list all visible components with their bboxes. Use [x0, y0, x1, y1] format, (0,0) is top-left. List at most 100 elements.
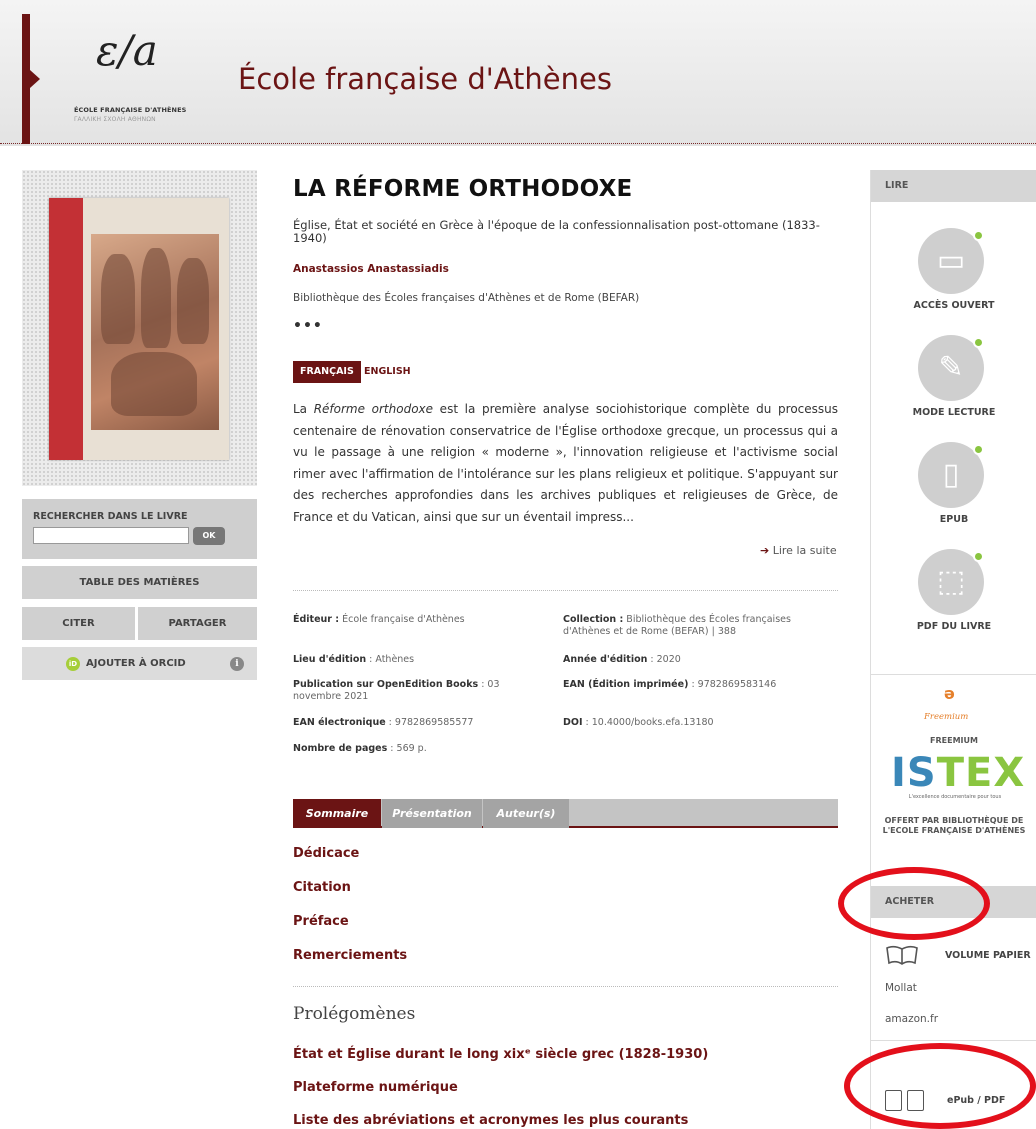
- freemium-lock-icon: ə: [944, 684, 955, 703]
- istex-offered-by: OFFERT PAR BIBLIOTHÈQUE DE L'ECOLE FRANÇ…: [882, 816, 1026, 835]
- meta-ean-electronic: EAN électronique : 9782869585577: [293, 717, 543, 729]
- toc-item[interactable]: Liste des abréviations et acronymes les …: [293, 1113, 688, 1128]
- annotation-ellipse: [838, 867, 990, 940]
- header-accent-bar: [22, 14, 30, 144]
- cover-spine: [49, 198, 83, 460]
- vendor-link[interactable]: Mollat: [885, 982, 917, 994]
- add-to-orcid-button[interactable]: iD AJOUTER À ORCID i: [22, 647, 257, 680]
- meta-value[interactable]: École française d'Athènes: [339, 614, 465, 625]
- metadata-divider: [293, 590, 838, 591]
- access-sidebar: LIRE ▭ ACCÈS OUVERT ✎ MODE LECTURE ▯ EPU…: [870, 170, 1036, 1129]
- paper-volume-label: VOLUME PAPIER: [945, 950, 1031, 961]
- book-search-input[interactable]: [33, 527, 189, 544]
- toc-divider: [293, 986, 838, 987]
- search-ok-button[interactable]: OK: [193, 527, 225, 545]
- info-icon[interactable]: i: [230, 657, 244, 671]
- meta-key: EAN électronique: [293, 717, 386, 728]
- meta-year: Année d'édition : 2020: [563, 654, 823, 666]
- book-subtitle: Église, État et société en Grèce à l'épo…: [293, 218, 820, 245]
- meta-value: : 9782869583146: [688, 679, 777, 690]
- available-dot-icon: [973, 551, 984, 562]
- toc-item[interactable]: Dédicace: [293, 846, 359, 861]
- tab-lang-english[interactable]: ENGLISH: [364, 361, 411, 383]
- meta-key: Collection :: [563, 614, 624, 625]
- meta-doi: DOI : 10.4000/books.efa.13180: [563, 717, 823, 729]
- sidebar-divider: [871, 1040, 1036, 1041]
- series-name: Bibliothèque des Écoles françaises d'Ath…: [293, 292, 640, 304]
- toc-item[interactable]: Plateforme numérique: [293, 1080, 458, 1095]
- meta-collection: Collection : Bibliothèque des Écoles fra…: [563, 614, 823, 637]
- cite-button[interactable]: CITER: [22, 607, 135, 640]
- cover-figure: [101, 254, 135, 344]
- efa-logo[interactable]: ε∕a ÉCOLE FRANÇAISE D'ATHÈNES ΓΑΛΛΙΚΗ ΣΧ…: [74, 26, 187, 126]
- meta-ean-print: EAN (Édition imprimée) : 9782869583146: [563, 679, 823, 691]
- annotation-ellipse: [844, 1043, 1036, 1129]
- meta-value: : 9782869585577: [385, 717, 474, 728]
- cover-figure: [111, 352, 197, 416]
- abstract-body: est la première analyse sociohistorique …: [293, 402, 839, 524]
- meta-place: Lieu d'édition : Athènes: [293, 654, 543, 666]
- meta-value[interactable]: : 10.4000/books.efa.13180: [583, 717, 714, 728]
- meta-key: DOI: [563, 717, 583, 728]
- read-label: MODE LECTURE: [912, 407, 996, 418]
- read-label: ACCÈS OUVERT: [913, 300, 995, 311]
- author-link[interactable]: Anastassios Anastassiadis: [293, 263, 449, 275]
- meta-publisher: Éditeur : École française d'Athènes: [293, 614, 543, 626]
- header-divider: [0, 143, 1036, 144]
- arrow-right-icon: ➔: [760, 544, 770, 557]
- meta-page-count: Nombre de pages : 569 p.: [293, 743, 543, 755]
- book-search-panel: RECHERCHER DANS LE LIVRE OK: [22, 499, 257, 559]
- meta-publication-date: Publication sur OpenEdition Books : 03 n…: [293, 679, 548, 702]
- open-book-icon: [885, 944, 919, 971]
- logo-mark: ε∕a: [96, 26, 158, 75]
- more-info-toggle[interactable]: •••: [293, 318, 323, 334]
- cover-figure: [177, 258, 209, 344]
- book-cover[interactable]: [49, 198, 229, 460]
- cover-figure: [141, 248, 171, 348]
- meta-key: Éditeur :: [293, 614, 340, 625]
- book-title: LA RÉFORME ORTHODOXE: [293, 176, 633, 202]
- abstract-lead: La: [293, 402, 314, 416]
- meta-value: : 2020: [647, 654, 681, 665]
- read-label: EPUB: [939, 514, 969, 525]
- read-more-link[interactable]: ➔ Lire la suite: [760, 544, 837, 557]
- content-tabs: Sommaire Présentation Auteur(s): [293, 799, 838, 828]
- tab-presentation[interactable]: Présentation: [382, 799, 482, 828]
- freemium-label: FREEMIUM: [930, 736, 978, 745]
- orcid-icon: iD: [66, 657, 80, 671]
- toc-item[interactable]: État et Église durant le long xixᵉ siècl…: [293, 1047, 708, 1062]
- sidebar-divider: [871, 674, 1036, 675]
- toc-part-title: Prolégomènes: [293, 1004, 416, 1024]
- tab-lang-french[interactable]: FRANÇAIS: [293, 361, 361, 383]
- toc-item[interactable]: Citation: [293, 880, 351, 895]
- istex-tagline: L'excellence documentaire pour tous: [908, 794, 1002, 800]
- header-accent-notch: [30, 70, 40, 88]
- site-title[interactable]: École française d'Athènes: [238, 62, 612, 96]
- book-abstract: La Réforme orthodoxe est la première ana…: [293, 399, 838, 528]
- tab-sommaire[interactable]: Sommaire: [293, 799, 381, 828]
- istex-logo[interactable]: ISTEX: [891, 750, 1025, 796]
- meta-key: Année d'édition: [563, 654, 648, 665]
- meta-value: : 569 p.: [387, 743, 427, 754]
- cover-frame: [22, 170, 257, 486]
- meta-key: Lieu d'édition: [293, 654, 367, 665]
- orcid-label: AJOUTER À ORCID: [86, 658, 186, 669]
- toc-item[interactable]: Préface: [293, 914, 349, 929]
- vendor-link[interactable]: amazon.fr: [885, 1013, 938, 1025]
- meta-value: : Athènes: [366, 654, 415, 665]
- freemium-logo-text: Freemium: [924, 712, 969, 722]
- share-button[interactable]: PARTAGER: [138, 607, 257, 640]
- meta-key: EAN (Édition imprimée): [563, 679, 689, 690]
- available-dot-icon: [973, 444, 984, 455]
- toc-item[interactable]: Remerciements: [293, 948, 407, 963]
- table-of-contents-button[interactable]: TABLE DES MATIÈRES: [22, 566, 257, 599]
- read-section-header: LIRE: [871, 170, 1036, 202]
- read-label: PDF DU LIVRE: [916, 621, 992, 632]
- meta-key: Nombre de pages: [293, 743, 388, 754]
- read-more-label: Lire la suite: [772, 544, 837, 557]
- istex-logo-part: IS: [891, 750, 937, 796]
- available-dot-icon: [973, 230, 984, 241]
- logo-line-french: ÉCOLE FRANÇAISE D'ATHÈNES: [74, 106, 187, 114]
- tab-authors[interactable]: Auteur(s): [483, 799, 569, 828]
- search-label: RECHERCHER DANS LE LIVRE: [33, 511, 188, 522]
